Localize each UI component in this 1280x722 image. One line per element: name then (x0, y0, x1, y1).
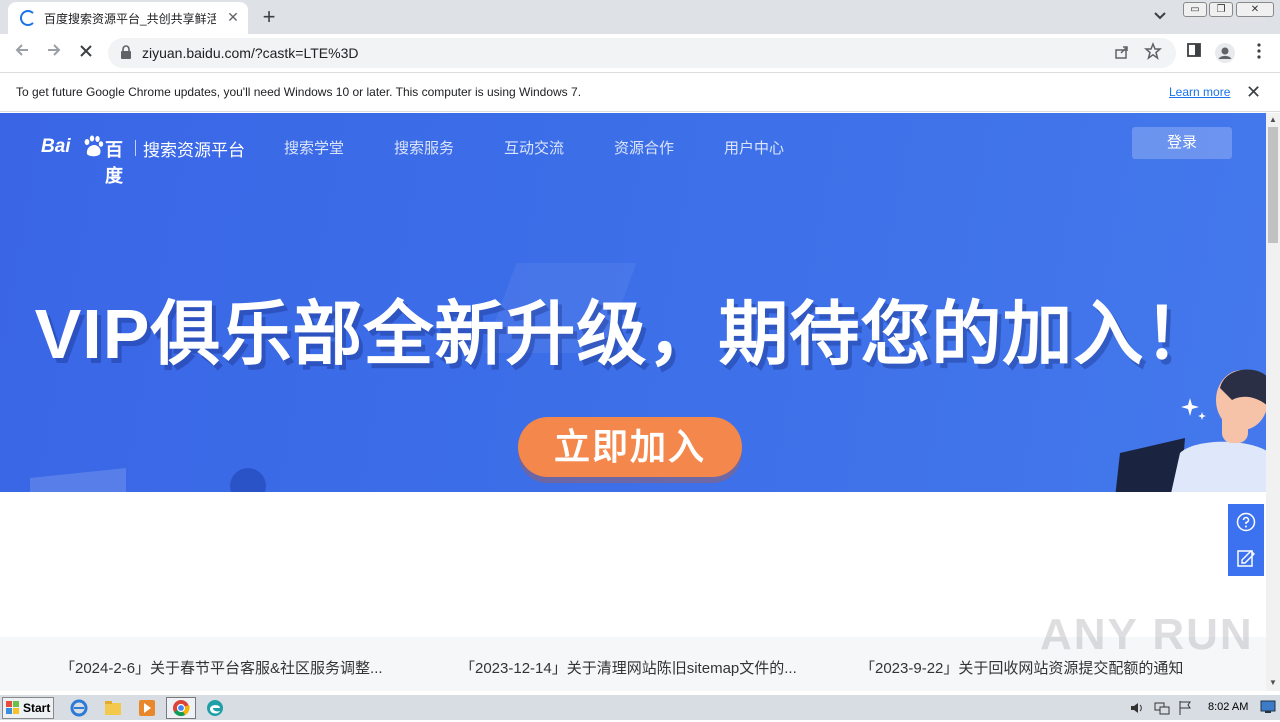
volume-icon[interactable] (1130, 701, 1144, 715)
scroll-up-arrow-icon[interactable]: ▲ (1269, 115, 1277, 124)
help-question-icon[interactable] (1236, 512, 1256, 532)
loading-spinner-icon (20, 10, 36, 26)
windows-flag-icon (6, 701, 19, 714)
stop-loading-icon[interactable] (72, 39, 100, 67)
side-panel-icon[interactable] (1183, 42, 1205, 64)
infobar-close-icon[interactable]: ✕ (1246, 82, 1261, 103)
browser-tab[interactable]: 百度搜索资源平台_共创共享鲜活搜 ✕ (8, 2, 248, 34)
news-item[interactable]: 「2023-12-14」关于清理网站陈旧sitemap文件的... (460, 657, 797, 678)
site-name: 搜索资源平台 (143, 141, 245, 160)
network-icon[interactable] (1154, 700, 1170, 716)
news-item[interactable]: 「2023-9-22」关于回收网站资源提交配额的通知 (860, 657, 1183, 678)
edge-icon[interactable] (202, 697, 228, 719)
tab-close-icon[interactable]: ✕ (224, 8, 242, 26)
nav-item-community[interactable]: 互动交流 (504, 137, 564, 158)
bookmark-star-icon[interactable] (1144, 41, 1164, 62)
logo-du-text: 百度 (105, 140, 123, 186)
tab-title: 百度搜索资源平台_共创共享鲜活搜 (44, 12, 216, 26)
learn-more-link[interactable]: Learn more (1169, 85, 1230, 99)
scrollbar-thumb[interactable] (1268, 127, 1278, 243)
nav-item-user-center[interactable]: 用户中心 (724, 137, 784, 158)
taskbar-clock[interactable]: 8:02 AM (1208, 701, 1248, 713)
start-label: Start (23, 701, 51, 715)
restore-button[interactable]: ❐ (1209, 2, 1233, 17)
nav-item-learning[interactable]: 搜索学堂 (284, 137, 344, 158)
logo-bai-text: Bai (41, 136, 71, 157)
show-desktop-icon[interactable] (1260, 700, 1276, 714)
banner-decoration (230, 468, 266, 492)
hero-banner: Bai 百度 搜索资源平台 搜索学堂 搜索服务 互动交流 资源合作 用户中心 登… (0, 113, 1266, 492)
close-window-button[interactable]: ✕ (1236, 2, 1274, 17)
file-explorer-icon[interactable] (100, 697, 126, 719)
anyrun-watermark: ANY RUN (1040, 610, 1254, 659)
page-viewport: Bai 百度 搜索资源平台 搜索学堂 搜索服务 互动交流 资源合作 用户中心 登… (0, 113, 1266, 691)
logo-divider (135, 140, 136, 156)
tab-strip: 百度搜索资源平台_共创共享鲜活搜 ✕ + ▭ ❐ ✕ (0, 0, 1280, 34)
minimize-button[interactable]: ▭ (1183, 2, 1207, 17)
banner-headline: VIP俱乐部全新升级，期待您的加入！ (34, 295, 1216, 373)
address-bar[interactable]: ziyuan.baidu.com/?castk=LTE%3D (108, 38, 1176, 68)
feedback-edit-icon[interactable] (1236, 548, 1256, 568)
start-button[interactable]: Start (2, 697, 54, 719)
forward-arrow-icon[interactable] (40, 39, 68, 67)
profile-avatar-icon[interactable] (1214, 42, 1236, 64)
nav-item-services[interactable]: 搜索服务 (394, 137, 454, 158)
windows-taskbar: Start 8:02 AM (0, 694, 1280, 720)
login-button[interactable]: 登录 (1132, 127, 1232, 159)
banner-decoration (30, 467, 126, 492)
floating-tool-panel (1228, 504, 1264, 576)
scroll-down-arrow-icon[interactable]: ▼ (1269, 678, 1277, 687)
url-text: ziyuan.baidu.com/?castk=LTE%3D (142, 45, 359, 61)
internet-explorer-icon[interactable] (66, 697, 92, 719)
join-now-button[interactable]: 立即加入 (518, 417, 742, 477)
new-tab-button[interactable]: + (256, 5, 282, 31)
nav-item-cooperation[interactable]: 资源合作 (614, 137, 674, 158)
tab-search-chevron-icon[interactable] (1150, 8, 1170, 28)
menu-kebab-icon[interactable] (1248, 42, 1270, 64)
news-item[interactable]: 「2024-2-6」关于春节平台客服&社区服务调整... (60, 657, 383, 678)
media-player-icon[interactable] (134, 697, 160, 719)
share-icon[interactable] (1114, 44, 1132, 62)
system-tray: 8:02 AM (1122, 695, 1280, 721)
infobar-message: To get future Google Chrome updates, you… (16, 85, 582, 99)
lock-icon[interactable] (120, 45, 132, 59)
action-center-flag-icon[interactable] (1178, 700, 1192, 716)
update-infobar: To get future Google Chrome updates, you… (0, 72, 1280, 112)
browser-toolbar: ziyuan.baidu.com/?castk=LTE%3D (0, 34, 1280, 72)
page-scrollbar[interactable]: ▲ ▼ (1266, 113, 1280, 691)
baidu-paw-icon (84, 135, 104, 157)
back-arrow-icon[interactable] (8, 39, 36, 67)
chrome-taskbar-icon[interactable] (166, 697, 196, 719)
banner-illustration (1115, 369, 1266, 492)
